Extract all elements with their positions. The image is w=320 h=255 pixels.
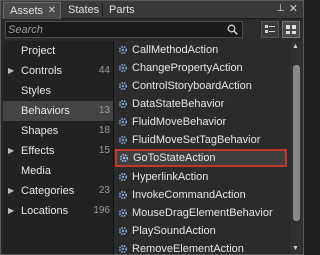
search-icon[interactable]	[227, 24, 238, 35]
close-icon[interactable]: ✕	[48, 3, 56, 19]
search-input[interactable]	[8, 22, 220, 37]
search-box[interactable]	[5, 21, 243, 38]
tab-assets[interactable]: Assets ✕	[3, 2, 61, 19]
category-count: 196	[93, 205, 110, 216]
category-media[interactable]: Media	[3, 161, 113, 181]
list-item-label: ControlStoryboardAction	[132, 80, 252, 92]
scrollbar-thumb[interactable]	[293, 65, 300, 221]
tab-strip: Assets ✕ States Parts ⊥ ✕	[1, 1, 303, 19]
list-item-label: PlaySoundAction	[132, 225, 216, 237]
list-item-label: RemoveElementAction	[132, 243, 244, 254]
expand-arrow-icon[interactable]: ▶	[8, 201, 14, 221]
category-count: 18	[98, 125, 110, 136]
grid-view-button[interactable]	[282, 21, 300, 38]
list-item[interactable]: FluidMoveSetTagBehavior	[114, 131, 289, 149]
tab-assets-label: Assets	[10, 5, 44, 17]
list-item-selected[interactable]: GoToStateAction	[115, 149, 287, 167]
list-item-label: HyperlinkAction	[132, 171, 209, 183]
list-item[interactable]: InvokeCommandAction	[114, 186, 289, 204]
behavior-gear-icon	[118, 63, 128, 73]
behavior-gear-icon	[118, 117, 128, 127]
category-locations[interactable]: ▶ Locations 196	[3, 201, 113, 221]
category-label: Shapes	[21, 125, 59, 137]
category-behaviors[interactable]: Behaviors 13	[3, 101, 113, 121]
category-styles[interactable]: Styles	[3, 81, 113, 101]
category-label: Behaviors	[21, 105, 70, 117]
behavior-gear-icon	[118, 208, 128, 218]
list-item[interactable]: ChangePropertyAction	[114, 59, 289, 77]
category-label: Effects	[21, 145, 55, 157]
list-item[interactable]: PlaySoundAction	[114, 222, 289, 240]
close-icon[interactable]: ✕	[289, 2, 298, 15]
category-count: 23	[98, 185, 110, 196]
behavior-gear-icon	[118, 135, 128, 145]
behavior-gear-icon	[118, 99, 128, 109]
category-label: Project	[21, 45, 56, 57]
category-count: 15	[98, 145, 110, 156]
behavior-gear-icon	[119, 153, 129, 163]
behavior-gear-icon	[118, 45, 128, 55]
list-view-icon	[265, 25, 275, 33]
list-item[interactable]: DataStateBehavior	[114, 95, 289, 113]
category-count: 13	[98, 105, 110, 116]
expand-arrow-icon[interactable]: ▶	[8, 141, 14, 161]
category-effects[interactable]: ▶ Effects 15	[3, 141, 113, 161]
tab-states-label: States	[68, 4, 100, 16]
category-label: Media	[21, 165, 51, 177]
behavior-gear-icon	[118, 190, 128, 200]
category-categories[interactable]: ▶ Categories 23	[3, 181, 113, 201]
list-item-label: DataStateBehavior	[132, 98, 225, 110]
list-item-label: MouseDragElementBehavior	[132, 207, 273, 219]
assets-panel: Assets ✕ States Parts ⊥ ✕ Search Project…	[0, 0, 304, 255]
pin-icon[interactable]: ⊥	[276, 3, 285, 14]
scroll-up-arrow-icon[interactable]: ▲	[292, 43, 299, 50]
category-shapes[interactable]: Shapes 18	[3, 121, 113, 141]
list-view-button[interactable]	[261, 21, 279, 38]
list-item[interactable]: ControlStoryboardAction	[114, 77, 289, 95]
expand-arrow-icon[interactable]: ▶	[8, 181, 14, 201]
list-item-label: InvokeCommandAction	[132, 189, 246, 201]
category-list: Project ▶ Controls 44 Styles Behaviors 1…	[3, 41, 113, 254]
tab-states[interactable]: States	[62, 2, 102, 19]
list-item-label: GoToStateAction	[133, 152, 216, 164]
behavior-gear-icon	[118, 172, 128, 182]
grid-view-icon	[286, 25, 296, 34]
list-item-label: FluidMoveSetTagBehavior	[132, 134, 261, 146]
search-row	[3, 20, 303, 40]
list-item[interactable]: MouseDragElementBehavior	[114, 204, 289, 222]
list-item-label: ChangePropertyAction	[132, 62, 243, 74]
list-item[interactable]: FluidMoveBehavior	[114, 113, 289, 131]
list-item-label: FluidMoveBehavior	[132, 116, 227, 128]
vertical-scrollbar[interactable]: ▲ ▼	[290, 41, 303, 254]
scroll-down-arrow-icon[interactable]: ▼	[292, 245, 299, 252]
asset-list: CallMethodAction ChangePropertyAction Co…	[114, 41, 289, 254]
list-item[interactable]: HyperlinkAction	[114, 168, 289, 186]
expand-arrow-icon[interactable]: ▶	[8, 61, 14, 81]
category-label: Controls	[21, 65, 62, 77]
category-label: Categories	[21, 185, 75, 197]
category-controls[interactable]: ▶ Controls 44	[3, 61, 113, 81]
category-project[interactable]: Project	[3, 41, 113, 61]
list-item-label: CallMethodAction	[132, 44, 219, 56]
behavior-gear-icon	[118, 244, 128, 254]
list-item[interactable]: CallMethodAction	[114, 41, 289, 59]
tab-parts[interactable]: Parts	[103, 2, 139, 19]
category-label: Styles	[21, 85, 51, 97]
category-count: 44	[98, 65, 110, 76]
behavior-gear-icon	[118, 226, 128, 236]
tab-parts-label: Parts	[109, 4, 135, 16]
behavior-gear-icon	[118, 81, 128, 91]
list-item[interactable]: RemoveElementAction	[114, 240, 289, 254]
category-label: Locations	[21, 205, 69, 217]
